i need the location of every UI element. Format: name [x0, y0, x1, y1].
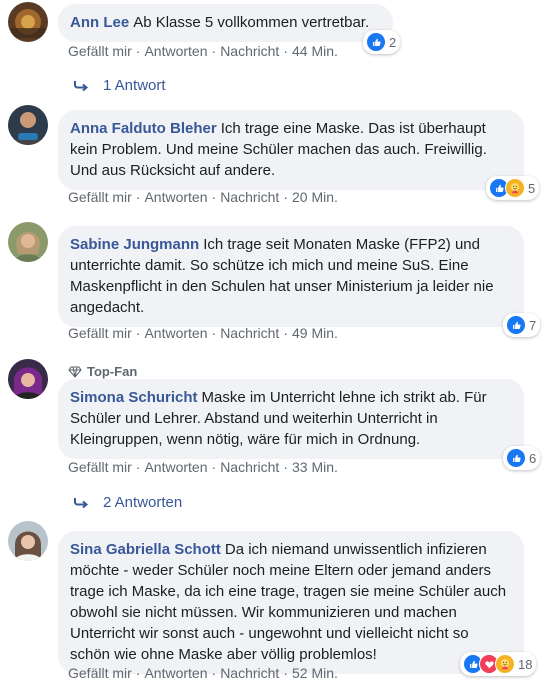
- message-link[interactable]: Nachricht: [220, 325, 279, 341]
- message-link[interactable]: Nachricht: [220, 665, 279, 681]
- view-replies-link[interactable]: 2 Antworten: [73, 494, 182, 511]
- comment-bubble: Sina Gabriella Schott Da ich niemand unwi…: [58, 531, 524, 674]
- avatar[interactable]: [8, 359, 48, 399]
- comment-author[interactable]: Anna Falduto Bleher: [70, 120, 217, 137]
- reply-link[interactable]: Antworten: [144, 325, 207, 341]
- reaction-count: 18: [518, 656, 533, 672]
- reply-link[interactable]: Antworten: [144, 665, 207, 681]
- reaction-summary[interactable]: 2: [363, 30, 401, 54]
- reply-link[interactable]: Antworten: [144, 43, 207, 59]
- comment-author[interactable]: Ann Lee: [70, 14, 129, 31]
- view-replies-link[interactable]: 1 Antwort: [73, 77, 166, 94]
- comment-bubble: Sabine Jungmann Ich trage seit Monaten Ma…: [58, 226, 524, 327]
- reply-arrow-icon: [74, 497, 89, 508]
- comment-text: Da ich niemand unwissentlich infizieren …: [70, 541, 507, 663]
- timestamp[interactable]: 44 Min.: [292, 43, 338, 59]
- reaction-count: 5: [528, 180, 536, 196]
- like-link[interactable]: Gefällt mir: [68, 189, 132, 205]
- avatar[interactable]: [8, 105, 48, 145]
- comment-author[interactable]: Sabine Jungmann: [70, 236, 199, 253]
- reaction-summary[interactable]: 6: [503, 446, 541, 470]
- comment-author[interactable]: Sina Gabriella Schott: [70, 541, 221, 558]
- avatar[interactable]: [8, 222, 48, 262]
- like-link[interactable]: Gefällt mir: [68, 665, 132, 681]
- like-link[interactable]: Gefällt mir: [68, 459, 132, 475]
- avatar[interactable]: [8, 2, 48, 42]
- comment-text: Ab Klasse 5 vollkommen vertretbar.: [133, 14, 370, 31]
- care-icon: [505, 178, 525, 198]
- reply-arrow-icon: [74, 80, 89, 91]
- like-link[interactable]: Gefällt mir: [68, 43, 132, 59]
- reply-link[interactable]: Antworten: [144, 189, 207, 205]
- comment-actions: Gefällt mir · Antworten · Nachricht · 20 Min.: [68, 189, 338, 205]
- reaction-count: 6: [529, 450, 537, 466]
- comment-bubble: Anna Falduto Bleher Ich trage eine Maske.…: [58, 110, 524, 190]
- like-link[interactable]: Gefällt mir: [68, 325, 132, 341]
- comment-author[interactable]: Simona Schuricht: [70, 389, 198, 406]
- comment-actions: Gefällt mir · Antworten · Nachricht · 33 Min.: [68, 459, 338, 475]
- top-fan-badge: Top-Fan: [68, 364, 137, 379]
- timestamp[interactable]: 33 Min.: [292, 459, 338, 475]
- care-icon: [495, 654, 515, 674]
- comment-actions: Gefällt mir · Antworten · Nachricht · 52 Min.: [68, 665, 338, 681]
- diamond-icon: [68, 365, 82, 378]
- timestamp[interactable]: 20 Min.: [292, 189, 338, 205]
- comment-actions: Gefällt mir · Antworten · Nachricht · 49 Min.: [68, 325, 338, 341]
- timestamp[interactable]: 49 Min.: [292, 325, 338, 341]
- reaction-summary[interactable]: 18: [460, 652, 537, 676]
- comment-actions: Gefällt mir · Antworten · Nachricht · 44 Min.: [68, 43, 338, 59]
- message-link[interactable]: Nachricht: [220, 459, 279, 475]
- reaction-summary[interactable]: 7: [503, 313, 541, 337]
- comment-bubble: Ann Lee Ab Klasse 5 vollkommen vertretbar…: [58, 4, 393, 42]
- like-icon: [366, 32, 386, 52]
- avatar[interactable]: [8, 521, 48, 561]
- message-link[interactable]: Nachricht: [220, 189, 279, 205]
- message-link[interactable]: Nachricht: [220, 43, 279, 59]
- reaction-count: 7: [529, 317, 537, 333]
- timestamp[interactable]: 52 Min.: [292, 665, 338, 681]
- reaction-summary[interactable]: 5: [486, 176, 540, 200]
- reaction-count: 2: [389, 34, 397, 50]
- like-icon: [506, 448, 526, 468]
- reply-link[interactable]: Antworten: [144, 459, 207, 475]
- comment-bubble: Simona Schuricht Maske im Unterricht lehn…: [58, 379, 524, 459]
- replies-count: 2 Antworten: [103, 494, 183, 511]
- like-icon: [506, 315, 526, 335]
- replies-count: 1 Antwort: [103, 77, 166, 94]
